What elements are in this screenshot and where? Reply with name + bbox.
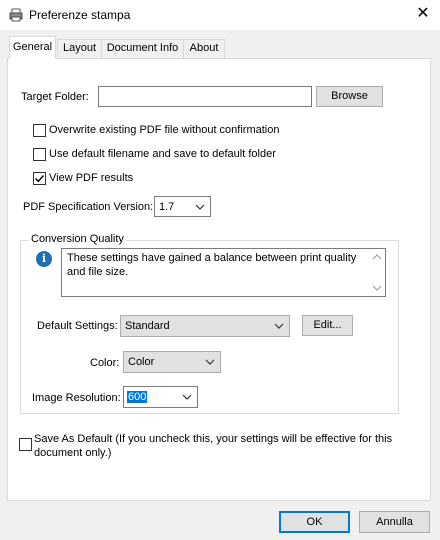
tab-document-info[interactable]: Document Info [101, 39, 184, 58]
tab-document-info-label: Document Info [106, 42, 179, 54]
tab-about-label: About [189, 42, 219, 54]
image-resolution-label: Image Resolution: [32, 392, 121, 404]
info-icon: i [36, 251, 52, 267]
default-filename-checkbox[interactable] [33, 148, 46, 161]
image-resolution-select[interactable]: 600 [123, 386, 198, 408]
quality-info-text: These settings have gained a balance bet… [67, 252, 357, 278]
tab-general[interactable]: General [9, 36, 56, 59]
chevron-down-icon [205, 359, 215, 365]
target-folder-label: Target Folder: [21, 91, 89, 103]
chevron-down-icon [195, 204, 205, 210]
default-settings-value: Standard [125, 320, 170, 332]
color-select[interactable]: Color [123, 351, 221, 373]
tab-general-label: General [12, 41, 53, 53]
image-resolution-value: 600 [127, 391, 148, 403]
pdf-version-label: PDF Specification Version: [23, 201, 154, 213]
printer-icon [9, 8, 23, 22]
browse-button[interactable]: Browse [316, 86, 383, 107]
scroll-up-icon[interactable] [371, 252, 383, 262]
pdf-version-select[interactable]: 1.7 [154, 196, 211, 217]
pdf-version-value: 1.7 [159, 200, 175, 213]
color-label: Color: [90, 357, 120, 369]
overwrite-label: Overwrite existing PDF file without conf… [49, 124, 280, 136]
ok-button[interactable]: OK [279, 511, 350, 533]
tab-about[interactable]: About [183, 39, 225, 58]
default-filename-label: Use default filename and save to default… [49, 148, 276, 160]
default-settings-select[interactable]: Standard [120, 315, 290, 337]
save-as-default-checkbox[interactable] [19, 438, 32, 451]
cancel-button[interactable]: Annulla [359, 511, 430, 533]
close-button[interactable]: ✕ [412, 4, 434, 26]
close-icon: ✕ [416, 5, 430, 22]
view-pdf-label: View PDF results [49, 172, 134, 184]
chevron-down-icon [182, 394, 192, 400]
overwrite-checkbox[interactable] [33, 124, 46, 137]
tab-layout[interactable]: Layout [57, 39, 102, 58]
chevron-down-icon [274, 323, 284, 329]
checkmark-icon [35, 175, 45, 183]
window-title: Preferenze stampa [29, 8, 131, 22]
color-value: Color [128, 356, 155, 368]
conversion-quality-title: Conversion Quality [29, 233, 126, 245]
scroll-down-icon[interactable] [371, 283, 383, 293]
tab-layout-label: Layout [62, 42, 97, 54]
quality-info-textarea: These settings have gained a balance bet… [61, 248, 386, 297]
save-as-default-label: Save As Default (If you uncheck this, yo… [34, 433, 393, 459]
target-folder-input[interactable] [98, 86, 312, 107]
default-settings-label: Default Settings: [37, 320, 118, 332]
view-pdf-checkbox[interactable] [33, 172, 46, 185]
edit-button[interactable]: Edit... [302, 315, 353, 336]
